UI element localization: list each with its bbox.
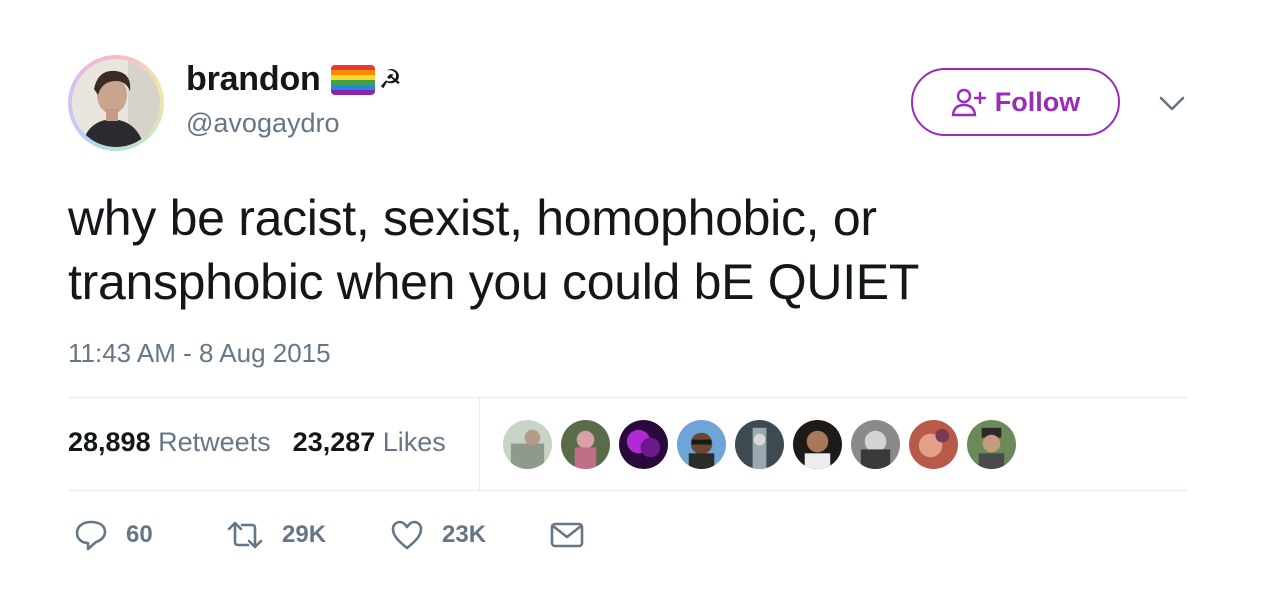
- liker-avatar[interactable]: [735, 420, 784, 469]
- add-user-icon: [951, 87, 987, 117]
- reply-icon: [75, 520, 107, 551]
- retweets-stat[interactable]: 28,898 Retweets: [68, 427, 271, 458]
- like-count: 23K: [442, 521, 487, 548]
- liker-avatar[interactable]: [851, 420, 900, 469]
- reply-count: 60: [126, 521, 153, 548]
- tweet-stats: 28,898 Retweets 23,287 Likes: [68, 427, 446, 458]
- reply-button[interactable]: 60: [74, 518, 226, 552]
- follow-button[interactable]: Follow: [911, 68, 1120, 136]
- liker-avatar[interactable]: [503, 420, 552, 469]
- hammer-and-sickle-icon: ☭: [378, 64, 402, 95]
- envelope-icon: [550, 522, 584, 548]
- chevron-down-icon[interactable]: [1158, 92, 1186, 114]
- liker-avatar[interactable]: [909, 420, 958, 469]
- profile-photo: [72, 59, 160, 147]
- liker-avatar[interactable]: [619, 420, 668, 469]
- liker-avatar[interactable]: [793, 420, 842, 469]
- direct-message-button[interactable]: [550, 521, 584, 549]
- tweet-timestamp[interactable]: 11:43 AM - 8 Aug 2015: [68, 338, 331, 369]
- liker-avatar[interactable]: [677, 420, 726, 469]
- liker-avatar[interactable]: [967, 420, 1016, 469]
- follow-button-label: Follow: [994, 86, 1081, 117]
- divider: [68, 490, 1188, 491]
- liker-avatars: [503, 420, 1016, 469]
- rainbow-flag-icon: [330, 64, 375, 95]
- likes-count: 23,287: [292, 427, 376, 457]
- retweets-label: Retweets: [158, 427, 271, 457]
- likes-label: Likes: [382, 427, 446, 457]
- retweets-count: 28,898: [68, 427, 151, 457]
- likes-stat[interactable]: 23,287 Likes: [293, 427, 446, 458]
- display-name-row: brandon ☭: [186, 60, 402, 99]
- tweet-text-line: transphobic when you could bE QUIET: [68, 254, 920, 310]
- retweet-count: 29K: [282, 521, 327, 548]
- tweet-text: why be racist, sexist, homophobic, or tr…: [68, 186, 1188, 314]
- display-name[interactable]: brandon: [186, 60, 321, 99]
- like-button[interactable]: 23K: [390, 519, 550, 551]
- tweet-actions: 60 29K 23K: [74, 518, 584, 552]
- user-handle[interactable]: @avogaydro: [186, 108, 340, 139]
- profile-avatar[interactable]: [68, 55, 164, 151]
- retweet-icon: [227, 521, 263, 549]
- divider: [68, 397, 1188, 398]
- heart-icon: [391, 520, 423, 550]
- stats-separator: [479, 397, 480, 490]
- retweet-button[interactable]: 29K: [226, 520, 390, 550]
- liker-avatar[interactable]: [561, 420, 610, 469]
- tweet-text-line: why be racist, sexist, homophobic, or: [68, 190, 877, 246]
